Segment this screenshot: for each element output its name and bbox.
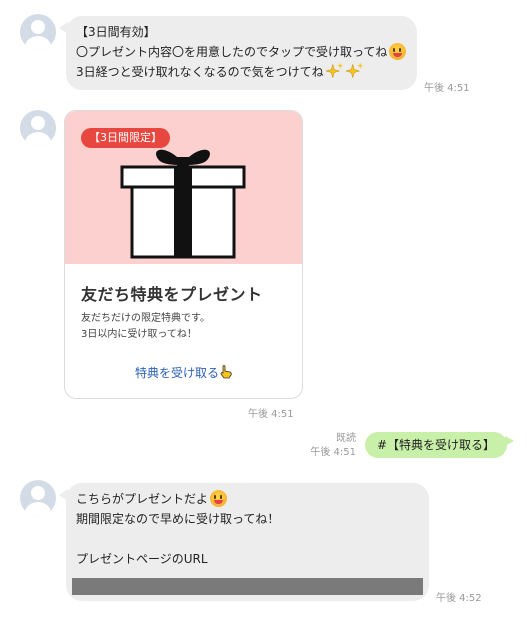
reply-bubble: #【特典を受け取る】 [365, 432, 515, 458]
message-line: 3日経つと受け取れなくなるので気をつけてね [76, 62, 407, 82]
card-title: 友だち特典をプレゼント [81, 285, 263, 304]
message-line-text: こちらがプレゼントだよ [76, 492, 209, 506]
sparkles-icon [345, 62, 363, 79]
gift-box-icon [120, 149, 246, 259]
message-time: 午後 4:52 [436, 593, 482, 604]
message-line-text: 3日経つと受け取れなくなるので気をつけてね [76, 65, 324, 79]
message-line: 〇プレゼント内容〇を用意したのでタップで受け取ってね [76, 42, 407, 62]
sender-avatar[interactable] [20, 14, 56, 50]
receive-benefit-link[interactable]: 特典を受け取る [65, 364, 302, 381]
card-description: 友だちだけの限定特典です。 3日以内に受け取ってね！ [81, 311, 210, 343]
message-line: こちらがプレゼントだよ [76, 489, 419, 509]
avatar-body-shape [25, 132, 51, 146]
message-line: 期間限定なので早めに受け取ってね！ [76, 512, 280, 526]
message-time: 午後 4:51 [310, 447, 356, 458]
avatar-head-shape [31, 486, 45, 500]
card-description-line: 3日以内に受け取ってね！ [81, 329, 197, 340]
read-receipt: 既読 午後 4:51 [300, 432, 356, 460]
sender-avatar[interactable] [20, 480, 56, 516]
avatar-body-shape [25, 36, 51, 50]
grinning-face-icon [389, 43, 407, 60]
message-time: 午後 4:51 [424, 83, 470, 94]
message-bubble: 【3日間有効】 〇プレゼント内容〇を用意したのでタップで受け取ってね 3日経つと… [59, 16, 417, 90]
avatar-head-shape [31, 20, 45, 34]
card-description-line: 友だちだけの限定特典です。 [81, 313, 210, 324]
url-link[interactable] [72, 578, 423, 595]
avatar-body-shape [25, 502, 51, 516]
receive-benefit-link-label: 特典を受け取る [134, 366, 219, 380]
avatar-head-shape [31, 116, 45, 130]
message-line-text: 〇プレゼント内容〇を用意したのでタップで受け取ってね [76, 45, 388, 59]
message-line: 【3日間有効】 [76, 25, 156, 39]
gift-card-message[interactable]: 【3日間限定】 友だち特典をプレゼント 友だちだけの限定特典です。 3日以内に受… [64, 110, 303, 399]
message-line: プレゼントページのURL [76, 552, 208, 566]
pointing-hand-icon [220, 365, 232, 379]
message-time: 午後 4:51 [248, 409, 294, 420]
card-hero-image: 【3日間限定】 [65, 111, 302, 264]
grinning-face-icon [210, 490, 228, 507]
reply-text: #【特典を受け取る】 [377, 438, 496, 452]
read-label: 既読 [336, 433, 356, 444]
sender-avatar[interactable] [20, 110, 56, 146]
sparkles-icon [325, 62, 343, 79]
message-line [76, 529, 419, 549]
